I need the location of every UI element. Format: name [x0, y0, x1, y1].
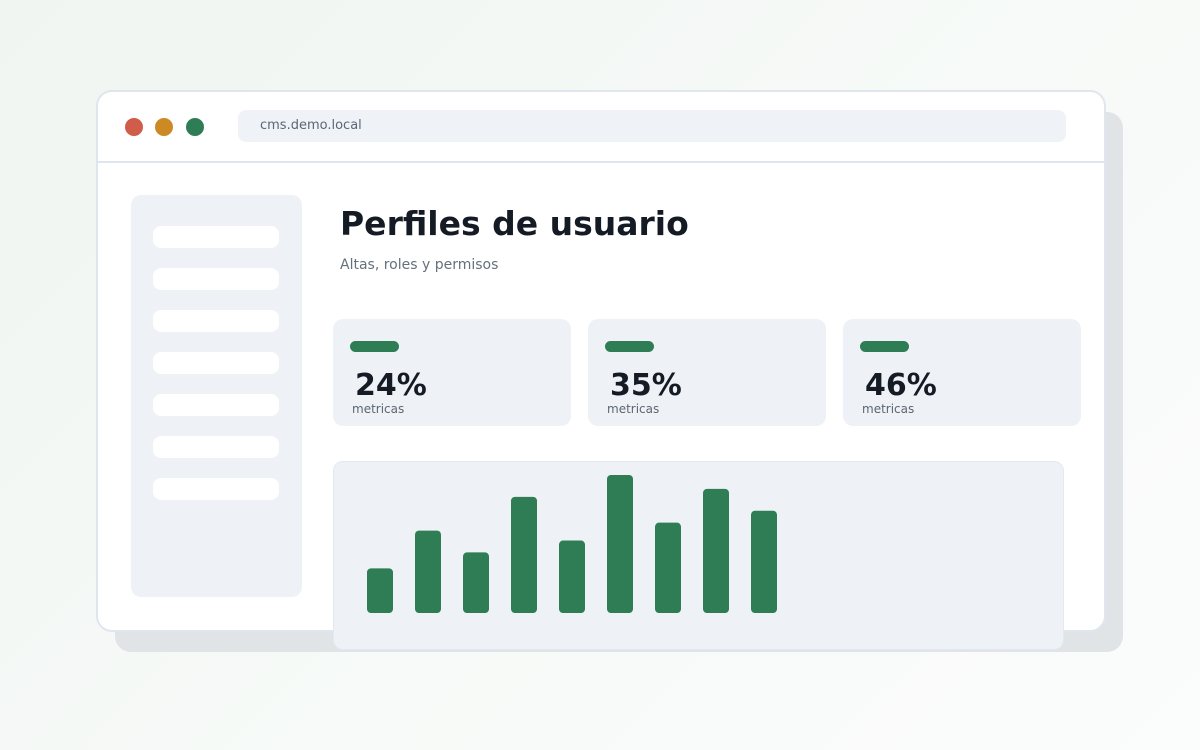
stat-label: metricas: [607, 402, 660, 416]
page-subtitle: Altas, roles y permisos: [340, 257, 499, 273]
chart-bar: [367, 568, 393, 613]
maximize-window-button[interactable]: [186, 118, 204, 136]
stat-card-accent-bar: [860, 341, 909, 352]
sidebar-item[interactable]: [153, 478, 279, 500]
minimize-window-button[interactable]: [155, 118, 173, 136]
stat-card: 24% metricas: [333, 319, 571, 426]
stat-card: 35% metricas: [588, 319, 826, 426]
chart-bar: [751, 510, 777, 613]
stat-card-accent-bar: [350, 341, 399, 352]
address-bar[interactable]: cms.demo.local: [238, 110, 1066, 142]
chart-bar: [655, 522, 681, 613]
browser-titlebar: cms.demo.local: [98, 92, 1104, 163]
stat-value: 24%: [355, 368, 427, 403]
chart-bar: [463, 552, 489, 613]
stat-card: 46% metricas: [843, 319, 1081, 426]
sidebar-item-active[interactable]: [153, 268, 279, 290]
sidebar-item[interactable]: [153, 436, 279, 458]
stat-card-accent-bar: [605, 341, 654, 352]
stat-label: metricas: [862, 402, 915, 416]
address-bar-url: cms.demo.local: [260, 118, 362, 133]
sidebar-item[interactable]: [153, 310, 279, 332]
stat-label: metricas: [352, 402, 405, 416]
stat-value: 46%: [865, 368, 937, 403]
chart-bar: [607, 474, 633, 613]
chart-bar: [511, 496, 537, 613]
sidebar: [131, 195, 302, 597]
chart-bar: [415, 530, 441, 613]
page-title: Perfiles de usuario: [340, 204, 689, 243]
close-window-button[interactable]: [125, 118, 143, 136]
bar-chart: [367, 474, 777, 613]
bar-chart-panel: [333, 461, 1064, 650]
chart-bar: [559, 540, 585, 613]
stat-value: 35%: [610, 368, 682, 403]
sidebar-item[interactable]: [153, 394, 279, 416]
sidebar-item[interactable]: [153, 352, 279, 374]
chart-bar: [703, 488, 729, 613]
sidebar-item[interactable]: [153, 226, 279, 248]
